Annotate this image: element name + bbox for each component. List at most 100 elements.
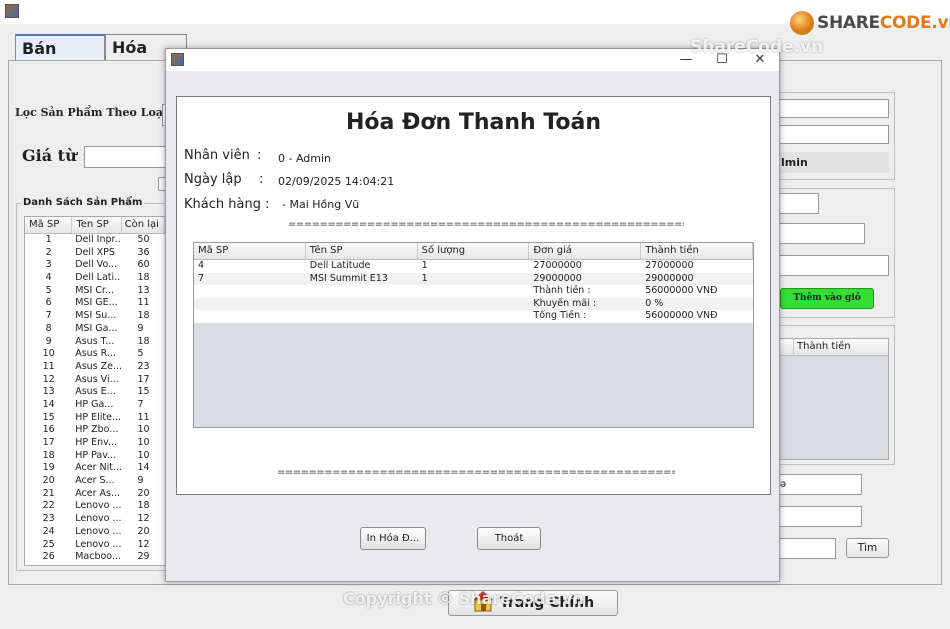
- table-cell: 24: [42, 525, 55, 537]
- table-cell: Dell XPS: [75, 246, 115, 258]
- column-header-ma-sp[interactable]: Mã SP: [25, 217, 73, 233]
- table-row[interactable]: 4 Dell Lati... 18: [25, 272, 165, 285]
- cart-table-header: Thành tiền: [780, 339, 888, 356]
- column-header-don-gia[interactable]: Đơn giá: [529, 243, 642, 259]
- table-row[interactable]: 24 Lenovo ... 20: [25, 526, 165, 539]
- table-cell: 4: [45, 272, 52, 284]
- table-row[interactable]: 14 HP Ga... 7: [25, 399, 165, 412]
- summary-value: 56000000 VNĐ: [645, 285, 718, 297]
- column-header-ma-sp[interactable]: Mã SP: [194, 243, 306, 259]
- table-cell: 29000000: [645, 272, 694, 284]
- table-cell: Asus R...: [75, 348, 116, 360]
- table-cell: 12: [137, 513, 150, 525]
- summary-label: Thành tiền :: [533, 285, 591, 297]
- cart-column-thanh-tien[interactable]: Thành tiền: [797, 339, 851, 355]
- table-row[interactable]: 7 MSI Su... 18: [25, 310, 165, 323]
- table-cell: 5: [137, 348, 144, 360]
- table-cell: 50: [137, 234, 150, 245]
- table-cell: 13: [137, 284, 150, 296]
- column-header-thanh-tien[interactable]: Thành tiền: [641, 243, 753, 259]
- invoice-items-table[interactable]: Mã SP Tên SP Số lượng Đơn giá Thành tiền…: [193, 242, 754, 428]
- order-field-1[interactable]: [779, 99, 889, 118]
- table-row[interactable]: 13 Asus E... 15: [25, 386, 165, 399]
- table-cell: 10: [137, 449, 150, 461]
- search-button[interactable]: Tìm: [846, 538, 889, 558]
- empty-cell: [306, 285, 418, 298]
- filter-category-label: Lọc Sản Phẩm Theo Loại:: [15, 106, 172, 119]
- table-cell: Acer As...: [75, 487, 121, 499]
- table-cell: 23: [42, 513, 55, 525]
- column-header-so-luong[interactable]: Số lượng: [418, 243, 530, 259]
- table-cell: 14: [42, 398, 55, 410]
- table-cell: 18: [137, 335, 150, 347]
- table-row[interactable]: 20 Acer S... 9: [25, 475, 165, 488]
- tab-ban-hang[interactable]: Bán Hàng: [15, 34, 105, 77]
- table-row[interactable]: 10 Asus R... 5: [25, 348, 165, 361]
- column-header-con-lai[interactable]: Còn lại: [122, 217, 165, 233]
- table-row[interactable]: 8 MSI Ga... 9: [25, 323, 165, 336]
- column-header-ten-sp[interactable]: Ten SP: [72, 217, 122, 233]
- exit-button[interactable]: Thoát: [477, 527, 541, 550]
- price-from-input[interactable]: [84, 146, 174, 168]
- table-row[interactable]: 1 Dell Inpr... 50: [25, 234, 165, 247]
- table-cell: 11: [137, 411, 150, 423]
- table-cell: 15: [42, 411, 55, 423]
- table-row[interactable]: 18 HP Pav... 10: [25, 450, 165, 463]
- product-detail-field-2[interactable]: [779, 223, 865, 244]
- table-row[interactable]: 7 MSI Summit E13 1 29000000 29000000: [194, 272, 753, 286]
- table-row[interactable]: 17 HP Env... 10: [25, 437, 165, 450]
- table-cell: 17: [42, 437, 55, 448]
- table-cell: MSI Su...: [75, 310, 117, 322]
- payment-field-2[interactable]: [779, 506, 862, 527]
- table-row[interactable]: 5 MSI Cr... 13: [25, 285, 165, 298]
- table-row[interactable]: 19 Acer Nit... 14: [25, 462, 165, 475]
- table-row[interactable]: 12 Asus Vi... 17: [25, 374, 165, 387]
- employee-value: 0 - Admin: [278, 152, 332, 165]
- table-cell: 16: [42, 424, 55, 436]
- order-field-2[interactable]: [779, 125, 889, 144]
- sharecode-logo-icon: [790, 11, 814, 35]
- table-cell: Dell Inpr...: [75, 234, 122, 245]
- table-row[interactable]: 15 HP Elite... 11: [25, 412, 165, 425]
- table-row[interactable]: 21 Acer As... 20: [25, 488, 165, 501]
- table-cell: MSI Cr...: [75, 284, 114, 296]
- table-cell: HP Elite...: [75, 411, 122, 423]
- table-row[interactable]: 16 HP Zbo... 10: [25, 424, 165, 437]
- table-cell: 1: [421, 260, 428, 271]
- table-row[interactable]: 2 Dell XPS 36: [25, 247, 165, 260]
- table-row[interactable]: 11 Asus Ze... 23: [25, 361, 165, 374]
- add-to-cart-button[interactable]: Thêm vào giỏ: [780, 288, 874, 309]
- table-row[interactable]: 6 MSI GE... 11: [25, 297, 165, 310]
- product-table[interactable]: Mã SP Ten SP Còn lại 1 Dell Inpr... 50 2 Del…: [24, 216, 166, 566]
- empty-cell: [418, 298, 530, 311]
- table-row[interactable]: 25 Lenovo ... 12: [25, 539, 165, 552]
- table-row[interactable]: 9 Asus T... 18: [25, 336, 165, 349]
- column-header-ten-sp[interactable]: Tên SP: [306, 243, 418, 259]
- table-row[interactable]: 23 Lenovo ... 12: [25, 513, 165, 526]
- table-cell: Asus Vi...: [75, 373, 119, 385]
- product-detail-field-1[interactable]: [779, 193, 819, 214]
- quantity-field[interactable]: [779, 255, 889, 276]
- table-row[interactable]: 26 Macboo... 29: [25, 551, 165, 564]
- table-cell: 17: [137, 373, 150, 385]
- table-cell: 12: [137, 538, 150, 550]
- empty-cell: [194, 298, 306, 311]
- table-cell: 29: [137, 551, 150, 563]
- table-cell: 9: [45, 335, 52, 347]
- table-row[interactable]: 3 Dell Vo... 60: [25, 259, 165, 272]
- table-row[interactable]: 22 Lenovo ... 18: [25, 500, 165, 513]
- table-cell: 10: [137, 424, 150, 436]
- java-app-icon: [5, 4, 19, 18]
- product-table-header: Mã SP Ten SP Còn lại: [25, 217, 165, 234]
- date-label: Ngày lập: [184, 172, 242, 187]
- empty-cell: [194, 310, 306, 323]
- table-row[interactable]: 4 Dell Latitude 1 27000000 27000000: [194, 260, 753, 273]
- cart-table[interactable]: [779, 338, 889, 460]
- search-input[interactable]: [779, 538, 836, 559]
- print-invoice-button[interactable]: In Hóa Đ...: [360, 527, 426, 550]
- summary-row: Thành tiền : 56000000 VNĐ: [194, 285, 753, 298]
- table-cell: Dell Lati...: [75, 272, 122, 284]
- payment-field-1[interactable]: ə: [779, 474, 862, 495]
- table-cell: HP Ga...: [75, 398, 114, 410]
- table-cell: 1: [45, 234, 52, 245]
